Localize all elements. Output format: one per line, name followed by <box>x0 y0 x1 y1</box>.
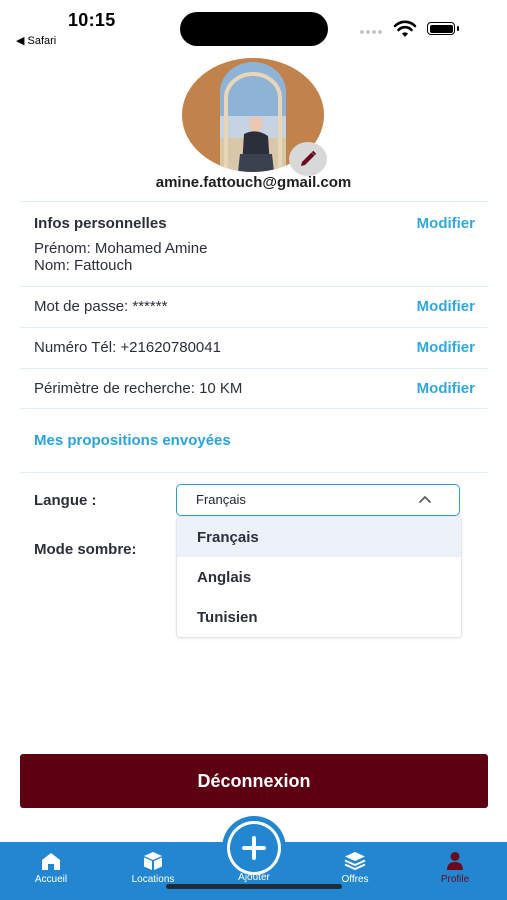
battery-cap <box>457 26 459 31</box>
tab-offres[interactable]: Offres <box>325 842 385 900</box>
plus-icon <box>242 836 266 860</box>
add-tab-label: Ajouter <box>238 872 270 883</box>
sent-proposals-link[interactable]: Mes propositions envoyées <box>34 432 231 449</box>
tab-locations[interactable]: Locations <box>118 842 188 900</box>
home-icon <box>42 853 60 870</box>
cellular-signal-icon <box>360 30 382 34</box>
add-button[interactable] <box>222 816 286 880</box>
divider <box>20 286 488 287</box>
divider <box>20 368 488 369</box>
divider <box>20 327 488 328</box>
logout-button[interactable]: Déconnexion <box>20 754 488 808</box>
phone-text: Numéro Tél: +21620780041 <box>34 339 221 356</box>
tab-profile[interactable]: Profile <box>425 842 485 900</box>
language-label: Langue : <box>34 492 97 509</box>
first-name-text: Prénom: Mohamed Amine <box>34 240 208 257</box>
edit-avatar-button[interactable] <box>289 142 327 176</box>
home-indicator <box>166 884 342 889</box>
tab-accueil[interactable]: Accueil <box>20 842 82 900</box>
language-option-english[interactable]: Anglais <box>177 557 461 597</box>
last-name-text: Nom: Fattouch <box>34 257 133 274</box>
divider <box>20 201 488 202</box>
dark-mode-label: Mode sombre: <box>34 541 137 558</box>
tab-label: Profile <box>440 874 470 885</box>
wifi-icon <box>393 20 417 37</box>
user-icon <box>447 852 463 870</box>
personal-info-title: Infos personnelles <box>34 215 167 232</box>
divider <box>20 472 488 473</box>
battery-icon <box>427 22 455 35</box>
user-email: amine.fattouch@gmail.com <box>155 174 352 191</box>
language-dropdown-menu: Français Anglais Tunisien <box>176 516 462 638</box>
language-option-french[interactable]: Français <box>177 517 461 557</box>
language-option-tunisian[interactable]: Tunisien <box>177 597 461 637</box>
tab-label: Offres <box>341 874 369 885</box>
pencil-icon <box>301 150 317 166</box>
language-select-value: Français <box>196 492 246 507</box>
divider <box>20 408 488 409</box>
status-time: 10:15 <box>68 10 116 30</box>
box-icon <box>144 852 162 870</box>
modify-search-radius-link[interactable]: Modifier <box>417 380 475 397</box>
chevron-up-icon[interactable] <box>418 494 432 504</box>
tab-label: Accueil <box>34 874 68 885</box>
search-radius-text: Périmètre de recherche: 10 KM <box>34 380 243 397</box>
modify-password-link[interactable]: Modifier <box>417 298 475 315</box>
dynamic-island <box>180 12 328 46</box>
modify-phone-link[interactable]: Modifier <box>417 339 475 356</box>
password-text: Mot de passe: ****** <box>34 298 168 315</box>
back-to-safari-link[interactable]: ◀ Safari <box>16 34 56 47</box>
modify-personal-info-link[interactable]: Modifier <box>417 215 475 232</box>
layers-icon <box>344 852 366 871</box>
